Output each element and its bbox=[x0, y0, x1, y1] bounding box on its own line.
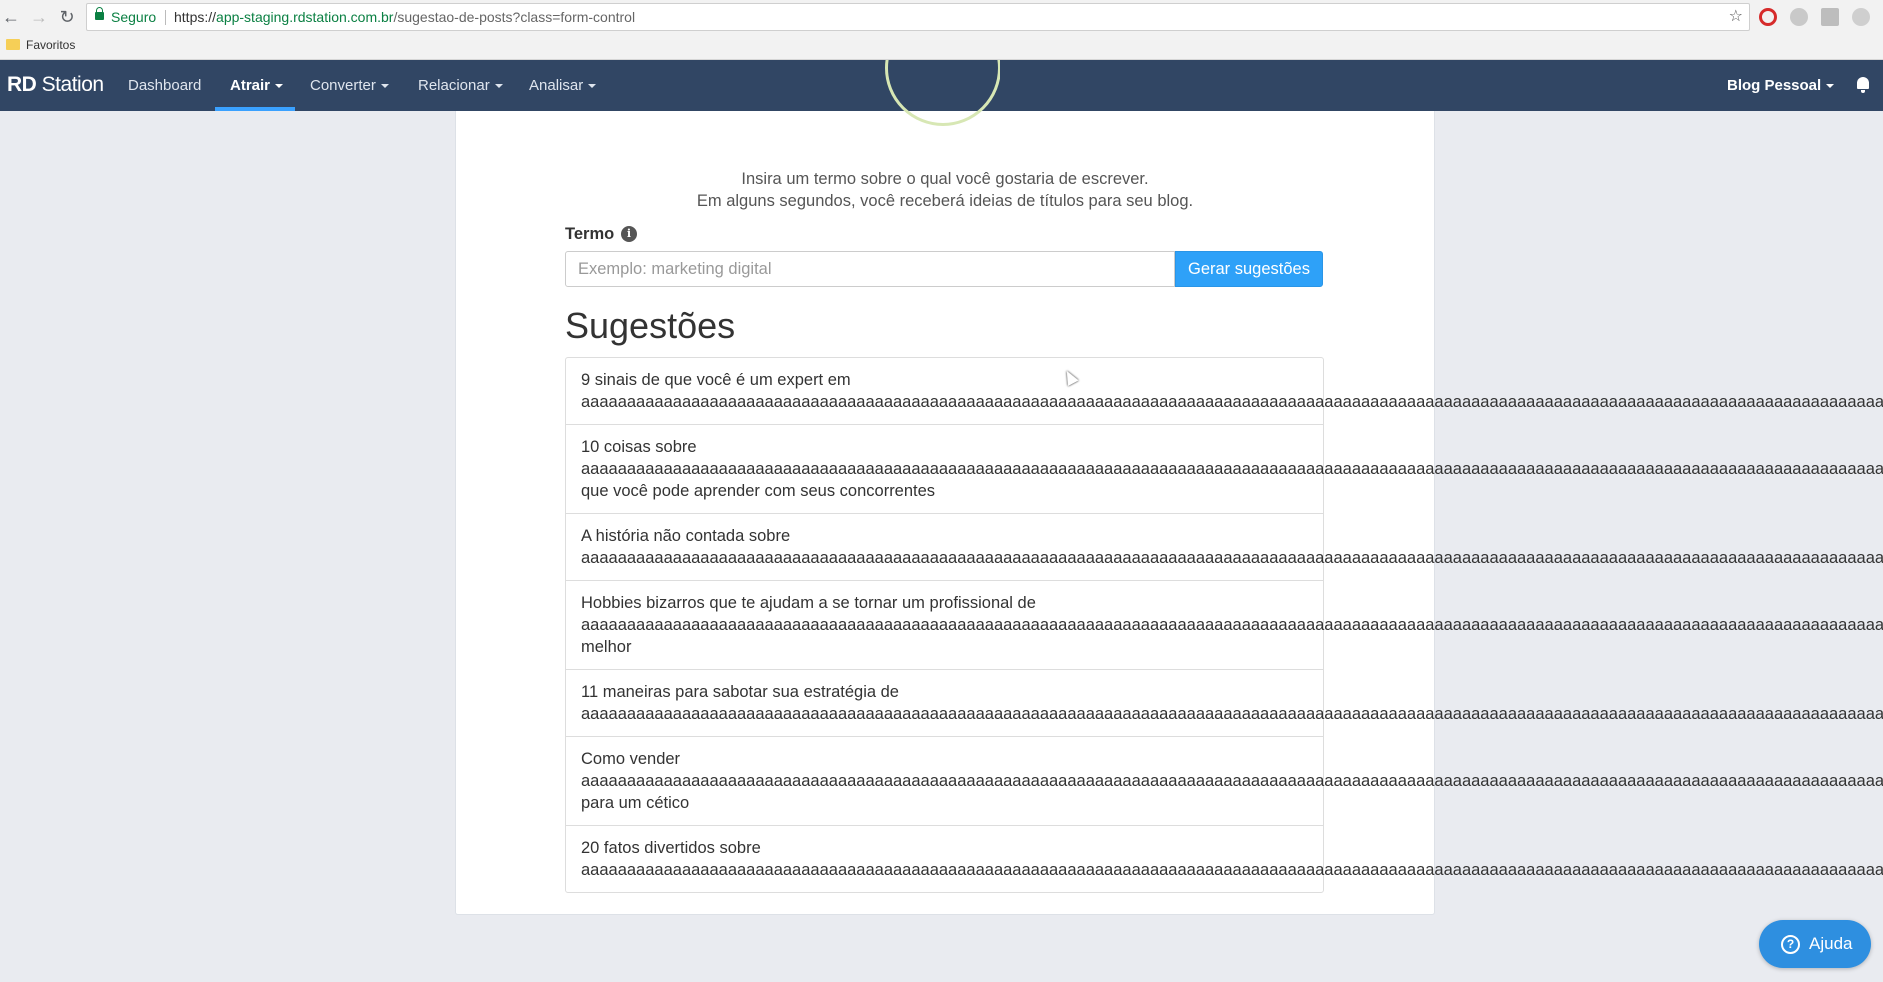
logo-bold-text: RD bbox=[7, 73, 37, 96]
nav-converter[interactable]: Converter bbox=[310, 77, 389, 94]
suggestion-line: A história não contada sobre bbox=[581, 527, 791, 545]
illustration-arc bbox=[880, 60, 1000, 132]
suggestion-item[interactable]: A história não contada sobre aaaaaaaaaaaa… bbox=[566, 513, 1883, 580]
generate-suggestions-button[interactable]: Gerar sugestões bbox=[1175, 251, 1323, 287]
bookmark-star-icon[interactable]: ☆ bbox=[1729, 4, 1743, 30]
suggestion-line: aaaaaaaaaaaaaaaaaaaaaaaaaaaaaaaaaaaaaaaa… bbox=[581, 616, 1883, 634]
active-tab-indicator bbox=[215, 107, 295, 111]
settings-extension-icon[interactable] bbox=[1852, 8, 1870, 26]
nav-atrair[interactable]: Atrair bbox=[230, 77, 284, 94]
suggestion-line: Como vender bbox=[581, 750, 681, 768]
suggestion-line: Hobbies bizarros que te ajudam a se torn… bbox=[581, 594, 1036, 612]
help-button[interactable]: ? Ajuda bbox=[1759, 920, 1871, 968]
suggestion-item[interactable]: Hobbies bizarros que te ajudam a se torn… bbox=[566, 580, 1883, 669]
nav-analisar-label: Analisar bbox=[529, 77, 584, 94]
intro-line-1: Insira um termo sobre o qual você gostar… bbox=[741, 170, 1149, 188]
address-bar[interactable]: Seguro https://app-staging.rdstation.com… bbox=[86, 3, 1750, 31]
suggestion-line: aaaaaaaaaaaaaaaaaaaaaaaaaaaaaaaaaaaaaaaa… bbox=[581, 861, 1883, 879]
account-menu[interactable]: Blog Pessoal bbox=[1727, 77, 1835, 94]
image-extension-icon[interactable] bbox=[1821, 8, 1839, 26]
suggestions-title: Sugestões bbox=[565, 305, 736, 346]
suggestion-line: 20 fatos divertidos sobre bbox=[581, 839, 761, 857]
suggestion-line: aaaaaaaaaaaaaaaaaaaaaaaaaaaaaaaaaaaaaaaa… bbox=[581, 393, 1883, 411]
caret-down-icon bbox=[275, 84, 284, 89]
nav-atrair-label: Atrair bbox=[230, 77, 271, 94]
suggestion-line: aaaaaaaaaaaaaaaaaaaaaaaaaaaaaaaaaaaaaaaa… bbox=[581, 705, 1883, 723]
folder-icon bbox=[6, 39, 20, 50]
nav-relacionar[interactable]: Relacionar bbox=[418, 77, 503, 94]
suggestion-item[interactable]: 10 coisas sobre aaaaaaaaaaaaaaaaaaaaaaaaa… bbox=[566, 424, 1883, 513]
suggestion-item[interactable]: 11 maneiras para sabotar sua estratégia … bbox=[566, 669, 1883, 736]
intro-text: Insira um termo sobre o qual você gostar… bbox=[455, 168, 1435, 212]
bookmarks-bar: Favoritos bbox=[0, 34, 1883, 60]
forward-arrow-icon[interactable]: → bbox=[28, 6, 50, 28]
back-arrow-icon[interactable]: ← bbox=[0, 6, 22, 28]
suggestion-line: que você pode aprender com seus concorre… bbox=[581, 482, 936, 500]
address-separator bbox=[165, 10, 166, 25]
suggestion-line: 10 coisas sobre bbox=[581, 438, 697, 456]
logo-rest-text: Station bbox=[36, 73, 104, 96]
url-path: /sugestao-de-posts?class=form-control bbox=[393, 9, 636, 25]
url-scheme: https:// bbox=[174, 9, 217, 25]
nav-relacionar-label: Relacionar bbox=[418, 77, 490, 94]
intro-line-2: Em alguns segundos, você receberá ideias… bbox=[696, 192, 1194, 210]
suggestion-line: aaaaaaaaaaaaaaaaaaaaaaaaaaaaaaaaaaaaaaaa… bbox=[581, 549, 1883, 567]
caret-down-icon bbox=[588, 84, 597, 89]
question-icon: ? bbox=[1781, 935, 1800, 954]
browser-toolbar: ← → ↻ Seguro https://app-staging.rdstati… bbox=[0, 0, 1883, 60]
account-label: Blog Pessoal bbox=[1727, 77, 1822, 94]
rd-station-logo[interactable]: RD Station bbox=[7, 73, 104, 97]
suggestion-line: 9 sinais de que você é um expert em bbox=[581, 371, 851, 389]
suggestion-line: aaaaaaaaaaaaaaaaaaaaaaaaaaaaaaaaaaaaaaaa… bbox=[581, 772, 1883, 790]
bookmark-folder-favoritos[interactable]: Favoritos bbox=[26, 38, 75, 52]
url-host: app-staging.rdstation.com.br bbox=[216, 9, 394, 25]
suggestion-item[interactable]: Como vender aaaaaaaaaaaaaaaaaaaaaaaaaaaaa… bbox=[566, 736, 1883, 825]
suggestion-line: 11 maneiras para sabotar sua estratégia … bbox=[581, 683, 899, 701]
reload-icon[interactable]: ↻ bbox=[56, 6, 78, 28]
caret-down-icon bbox=[380, 84, 389, 89]
suggestion-item[interactable]: 9 sinais de que você é um expert em aaaaa… bbox=[566, 358, 1883, 424]
suggestion-line: melhor bbox=[581, 638, 632, 656]
suggestion-line: para um cético bbox=[581, 794, 690, 812]
info-icon[interactable]: i bbox=[621, 226, 637, 242]
nav-converter-label: Converter bbox=[310, 77, 376, 94]
secure-label: Seguro bbox=[111, 9, 157, 25]
caret-down-icon bbox=[1826, 84, 1835, 89]
nav-dashboard[interactable]: Dashboard bbox=[128, 77, 201, 94]
help-button-label: Ajuda bbox=[1809, 934, 1853, 953]
suggestion-item[interactable]: 20 fatos divertidos sobre aaaaaaaaaaaaaaa… bbox=[566, 825, 1883, 892]
opera-extension-icon[interactable] bbox=[1759, 8, 1777, 26]
caret-down-icon bbox=[494, 84, 503, 89]
suggestion-line: aaaaaaaaaaaaaaaaaaaaaaaaaaaaaaaaaaaaaaaa… bbox=[581, 460, 1883, 478]
suggestions-list: 9 sinais de que você é um expert em aaaaa… bbox=[565, 357, 1883, 893]
nav-analisar[interactable]: Analisar bbox=[529, 77, 597, 94]
term-input[interactable] bbox=[565, 251, 1175, 287]
term-label: Termo bbox=[565, 225, 615, 243]
lock-icon bbox=[95, 7, 104, 20]
bell-icon[interactable] bbox=[1856, 77, 1870, 93]
extension-icon[interactable] bbox=[1790, 8, 1808, 26]
nav-dashboard-label: Dashboard bbox=[128, 77, 202, 94]
url-text[interactable]: https://app-staging.rdstation.com.br/sug… bbox=[174, 4, 635, 30]
